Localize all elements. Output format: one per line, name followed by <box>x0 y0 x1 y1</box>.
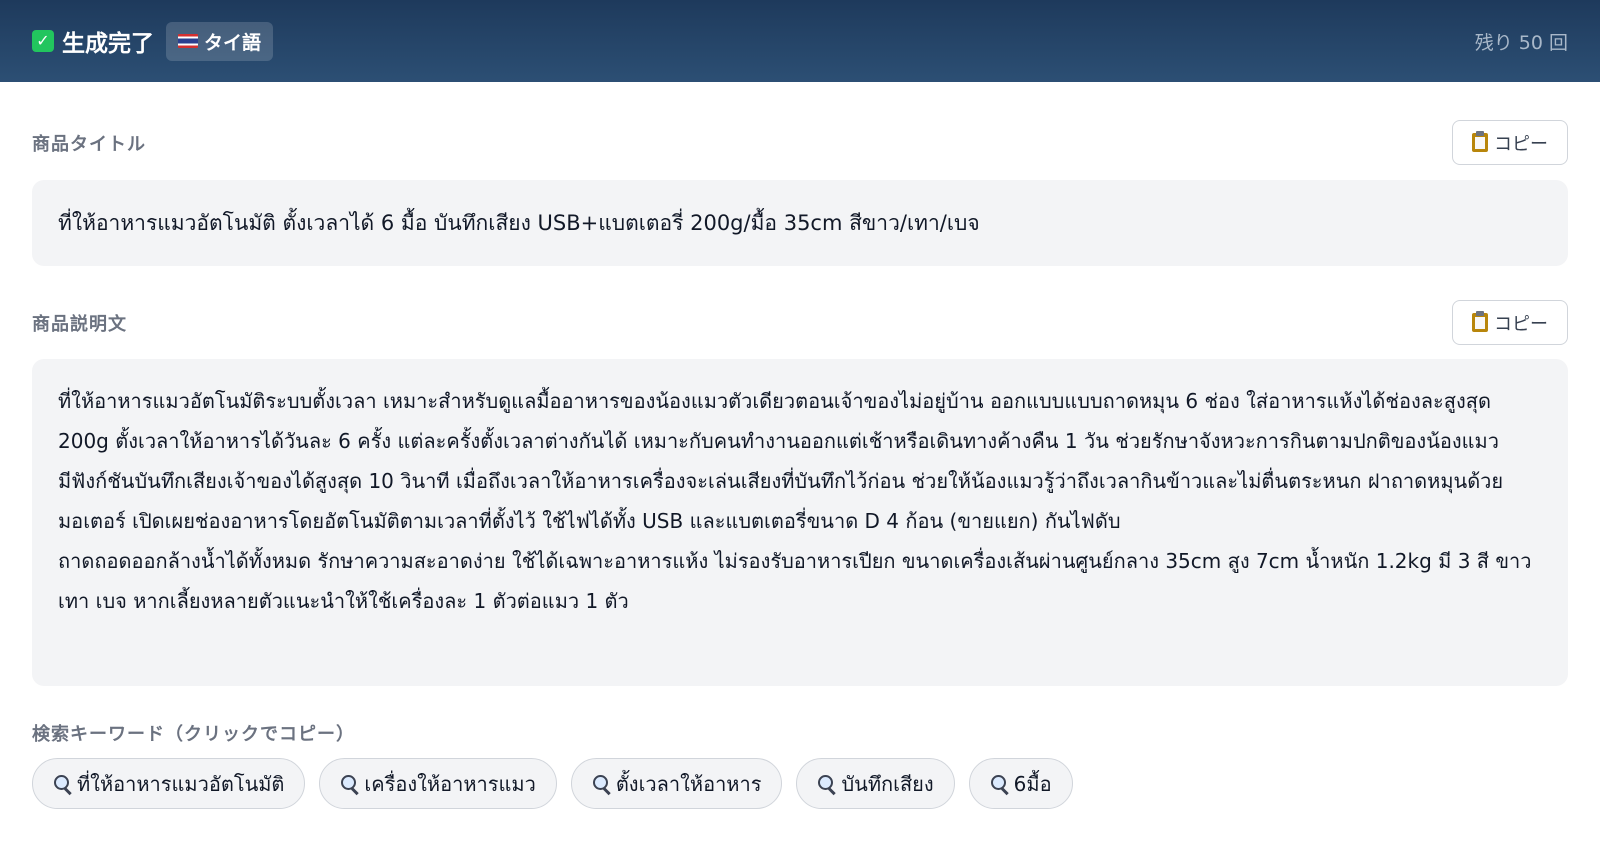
keyword-chip[interactable]: เครื่องให้อาหารแมว <box>319 758 557 809</box>
keyword-chip[interactable]: บันทึกเสียง <box>796 758 955 809</box>
copy-title-button[interactable]: コピー <box>1452 120 1568 165</box>
title-section-header: 商品タイトル コピー <box>32 120 1568 165</box>
search-icon <box>340 774 360 794</box>
result-header: ✓ 生成完了 タイ語 残り 50 回 <box>0 0 1600 82</box>
product-description-box: ที่ให้อาหารแมวอัตโนมัติระบบตั้งเวลา เหมา… <box>32 359 1568 686</box>
keyword-list: ที่ให้อาหารแมวอัตโนมัติ เครื่องให้อาหารแ… <box>32 758 1073 809</box>
description-section-label: 商品説明文 <box>32 313 127 335</box>
copy-description-label: コピー <box>1494 313 1548 334</box>
description-paragraph: มีฟังก์ชันบันทึกเสียงเจ้าของได้สูงสุด 10… <box>58 469 1504 533</box>
keyword-chip[interactable]: ตั้งเวลาให้อาหาร <box>570 758 783 809</box>
keywords-section-label: 検索キーワード（クリックでコピー） <box>32 724 355 745</box>
language-label: タイ語 <box>204 31 262 54</box>
search-icon <box>990 774 1010 794</box>
copy-title-label: コピー <box>1494 133 1548 154</box>
title-section-label: 商品タイトル <box>32 133 146 155</box>
check-icon: ✓ <box>32 30 54 52</box>
search-icon <box>592 774 612 794</box>
search-icon <box>53 774 73 794</box>
product-title-box: ที่ให้อาหารแมวอัตโนมัติ ตั้งเวลาได้ 6 มื… <box>32 180 1568 266</box>
search-icon <box>817 774 837 794</box>
description-section-header: 商品説明文 コピー <box>32 300 1568 345</box>
description-paragraph: ที่ให้อาหารแมวอัตโนมัติระบบตั้งเวลา เหมา… <box>58 389 1499 453</box>
remaining-count: 残り 50 回 <box>1474 31 1568 54</box>
keyword-text: 6มื้อ <box>1013 771 1052 796</box>
thai-flag-icon <box>178 34 198 48</box>
keyword-text: ตั้งเวลาให้อาหาร <box>615 771 762 796</box>
keyword-text: ที่ให้อาหารแมวอัตโนมัติ <box>77 771 285 796</box>
keyword-chip[interactable]: 6มื้อ <box>968 758 1073 809</box>
generation-status: ✓ 生成完了 <box>32 24 154 58</box>
keyword-text: บันทึกเสียง <box>841 771 934 796</box>
keyword-chip[interactable]: ที่ให้อาหารแมวอัตโนมัติ <box>32 758 306 809</box>
clipboard-icon <box>1472 131 1488 152</box>
status-label: 生成完了 <box>62 31 154 57</box>
language-badge: タイ語 <box>166 21 274 61</box>
copy-description-button[interactable]: コピー <box>1452 300 1568 345</box>
description-paragraph: ถาดถอดออกล้างน้ำได้ทั้งหมด รักษาความสะอา… <box>58 549 1532 613</box>
keyword-text: เครื่องให้อาหารแมว <box>364 771 536 796</box>
product-title-text: ที่ให้อาหารแมวอัตโนมัติ ตั้งเวลาได้ 6 มื… <box>58 210 980 235</box>
clipboard-icon <box>1472 311 1488 332</box>
